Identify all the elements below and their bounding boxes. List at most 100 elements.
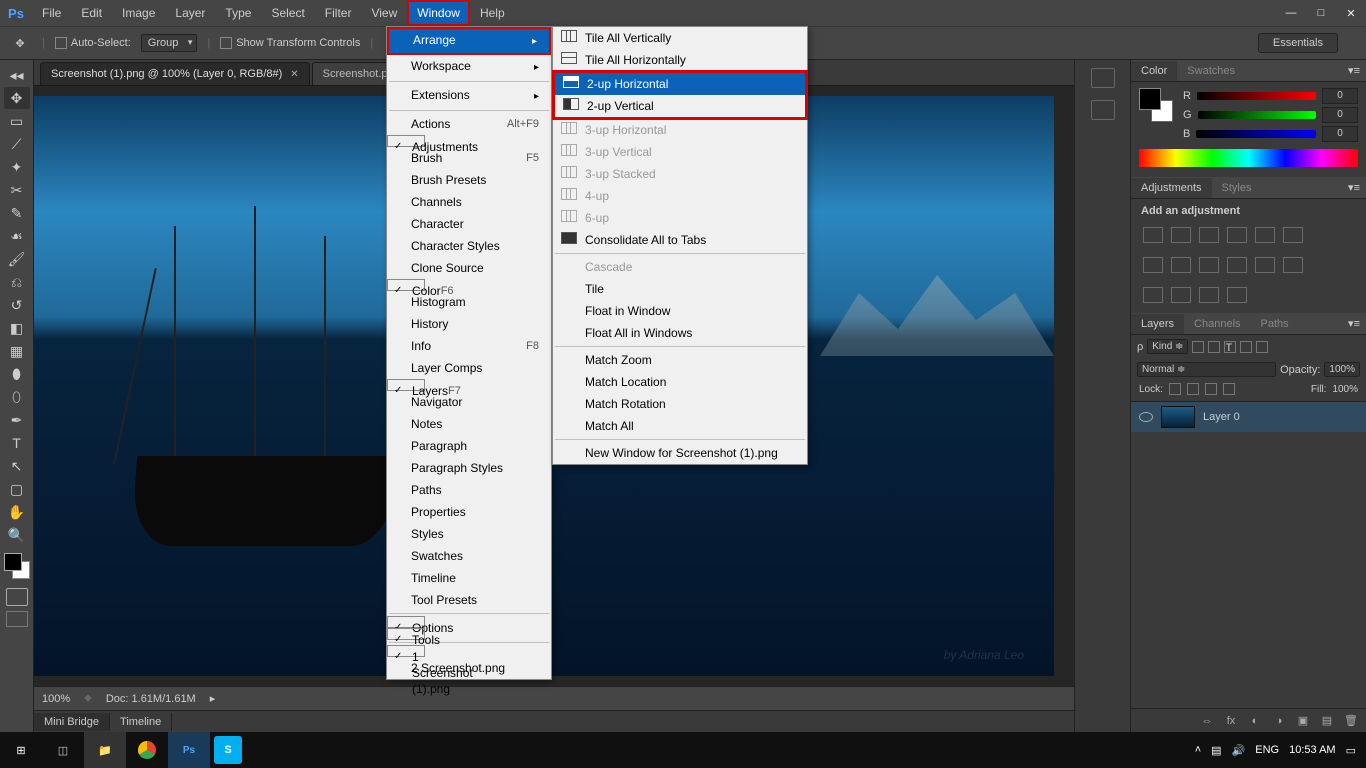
- auto-select-checkbox[interactable]: Auto-Select:: [55, 37, 131, 49]
- crop-tool[interactable]: ✂: [4, 179, 30, 201]
- b-slider[interactable]: [1196, 130, 1316, 138]
- task-view-icon[interactable]: ◫: [42, 732, 84, 768]
- window-menu-item[interactable]: Histogram: [387, 291, 551, 313]
- photo-filter-icon[interactable]: [1171, 257, 1191, 273]
- color-spectrum[interactable]: [1139, 149, 1358, 167]
- lasso-tool[interactable]: ⟋: [4, 133, 30, 155]
- arrange-menu-item[interactable]: 2-up Horizontal: [555, 73, 805, 95]
- hand-tool[interactable]: ✋: [4, 501, 30, 523]
- brightness-icon[interactable]: [1143, 227, 1163, 243]
- window-menu-item[interactable]: Layer Comps: [387, 357, 551, 379]
- notifications-icon[interactable]: ▭: [1346, 744, 1356, 757]
- workspace-switcher[interactable]: Essentials: [1258, 33, 1338, 53]
- collapse-icon[interactable]: ◂◂: [4, 64, 30, 86]
- arrange-menu-item[interactable]: Float All in Windows: [553, 322, 807, 344]
- dodge-tool[interactable]: ⬯: [4, 386, 30, 408]
- arrange-menu-item[interactable]: Match All: [553, 415, 807, 437]
- tray-up-icon[interactable]: ˄: [1195, 744, 1201, 756]
- levels-icon[interactable]: [1171, 227, 1191, 243]
- menu-file[interactable]: File: [32, 0, 71, 26]
- path-select-tool[interactable]: ↖: [4, 455, 30, 477]
- panel-menu-icon[interactable]: ▾≡: [1342, 181, 1366, 194]
- arrange-menu-item[interactable]: Match Location: [553, 371, 807, 393]
- history-dock-icon[interactable]: [1091, 68, 1115, 88]
- layer-thumbnail[interactable]: [1161, 406, 1195, 428]
- invert-icon[interactable]: [1255, 257, 1275, 273]
- r-value[interactable]: 0: [1322, 88, 1358, 104]
- styles-tab[interactable]: Styles: [1212, 178, 1262, 198]
- blend-mode-dropdown[interactable]: Normal ≑: [1137, 362, 1276, 377]
- arrange-menu-item[interactable]: 2-up Vertical: [555, 95, 805, 117]
- filter-kind-dropdown[interactable]: Kind ≑: [1147, 339, 1188, 354]
- clock[interactable]: 10:53 AM: [1289, 744, 1335, 756]
- visibility-icon[interactable]: [1139, 412, 1153, 422]
- screen-mode-icon[interactable]: [6, 611, 28, 627]
- pen-tool[interactable]: ✒: [4, 409, 30, 431]
- eraser-tool[interactable]: ◧: [4, 317, 30, 339]
- window-menu-item[interactable]: Arrange: [387, 27, 551, 55]
- adj4-icon[interactable]: [1227, 287, 1247, 303]
- auto-select-dropdown[interactable]: Group: [141, 34, 198, 52]
- window-menu-item[interactable]: Workspace: [387, 55, 551, 79]
- curves-icon[interactable]: [1199, 227, 1219, 243]
- window-menu-item[interactable]: Swatches: [387, 545, 551, 567]
- layer-name[interactable]: Layer 0: [1203, 411, 1240, 423]
- show-transform-checkbox[interactable]: Show Transform Controls: [220, 37, 360, 49]
- hue-icon[interactable]: [1283, 227, 1303, 243]
- paths-tab[interactable]: Paths: [1251, 314, 1299, 334]
- arrange-menu-item[interactable]: Match Zoom: [553, 349, 807, 371]
- minibridge-tab[interactable]: Mini Bridge: [34, 713, 110, 731]
- adjustments-tab[interactable]: Adjustments: [1131, 178, 1212, 198]
- channels-tab[interactable]: Channels: [1184, 314, 1250, 334]
- window-menu-item[interactable]: Clone Source: [387, 257, 551, 279]
- language-indicator[interactable]: ENG: [1255, 744, 1279, 756]
- menu-layer[interactable]: Layer: [165, 0, 215, 26]
- window-menu-item[interactable]: BrushF5: [387, 147, 551, 169]
- type-tool[interactable]: T: [4, 432, 30, 454]
- fill-value[interactable]: 100%: [1332, 384, 1358, 395]
- window-menu-item[interactable]: Paths: [387, 479, 551, 501]
- lock-position-icon[interactable]: [1205, 383, 1217, 395]
- channel-mixer-icon[interactable]: [1199, 257, 1219, 273]
- window-menu-item[interactable]: Character Styles: [387, 235, 551, 257]
- color-fgbg-swatch[interactable]: [1139, 88, 1173, 122]
- window-menu-item[interactable]: Extensions: [387, 84, 551, 108]
- chrome-icon[interactable]: [126, 732, 168, 768]
- g-value[interactable]: 0: [1322, 107, 1358, 123]
- layers-tab[interactable]: Layers: [1131, 314, 1184, 334]
- color-swatches[interactable]: [2, 551, 32, 581]
- menu-window[interactable]: Window: [407, 0, 470, 26]
- selective-color-icon[interactable]: [1199, 287, 1219, 303]
- filter-shape-icon[interactable]: [1240, 341, 1252, 353]
- quick-mask-icon[interactable]: [6, 588, 28, 606]
- window-menu-item[interactable]: Brush Presets: [387, 169, 551, 191]
- filter-smart-icon[interactable]: [1256, 341, 1268, 353]
- color-lookup-icon[interactable]: [1227, 257, 1247, 273]
- adj-layer-icon[interactable]: ◑: [1272, 715, 1286, 727]
- posterize-icon[interactable]: [1283, 257, 1303, 273]
- window-menu-item[interactable]: Channels: [387, 191, 551, 213]
- r-slider[interactable]: [1197, 92, 1316, 100]
- window-menu-item[interactable]: Timeline: [387, 567, 551, 589]
- window-menu-item[interactable]: Tools: [387, 628, 425, 640]
- start-button[interactable]: ⊞: [0, 732, 42, 768]
- window-menu-item[interactable]: Properties: [387, 501, 551, 523]
- window-menu-item[interactable]: Tool Presets: [387, 589, 551, 611]
- arrange-menu-item[interactable]: Consolidate All to Tabs: [553, 229, 807, 251]
- arrange-menu-item[interactable]: Tile All Vertically: [553, 27, 807, 49]
- close-tab-icon[interactable]: ✕: [290, 69, 298, 80]
- menu-filter[interactable]: Filter: [315, 0, 362, 26]
- status-arrow-icon[interactable]: ▸: [210, 692, 216, 705]
- photoshop-taskbar-icon[interactable]: Ps: [168, 732, 210, 768]
- mask-icon[interactable]: ◐: [1248, 715, 1262, 727]
- move-tool[interactable]: ✥: [4, 87, 30, 109]
- window-menu-item[interactable]: Navigator: [387, 391, 551, 413]
- panel-menu-icon[interactable]: ▾≡: [1342, 64, 1366, 77]
- window-menu-item[interactable]: History: [387, 313, 551, 335]
- opacity-value[interactable]: 100%: [1324, 362, 1360, 377]
- group-icon[interactable]: ▣: [1296, 714, 1310, 727]
- window-menu-item[interactable]: 1 Screenshot (1).png: [387, 645, 425, 657]
- window-menu-item[interactable]: Paragraph: [387, 435, 551, 457]
- menu-select[interactable]: Select: [261, 0, 314, 26]
- window-menu-item[interactable]: 2 Screenshot.png: [387, 657, 551, 679]
